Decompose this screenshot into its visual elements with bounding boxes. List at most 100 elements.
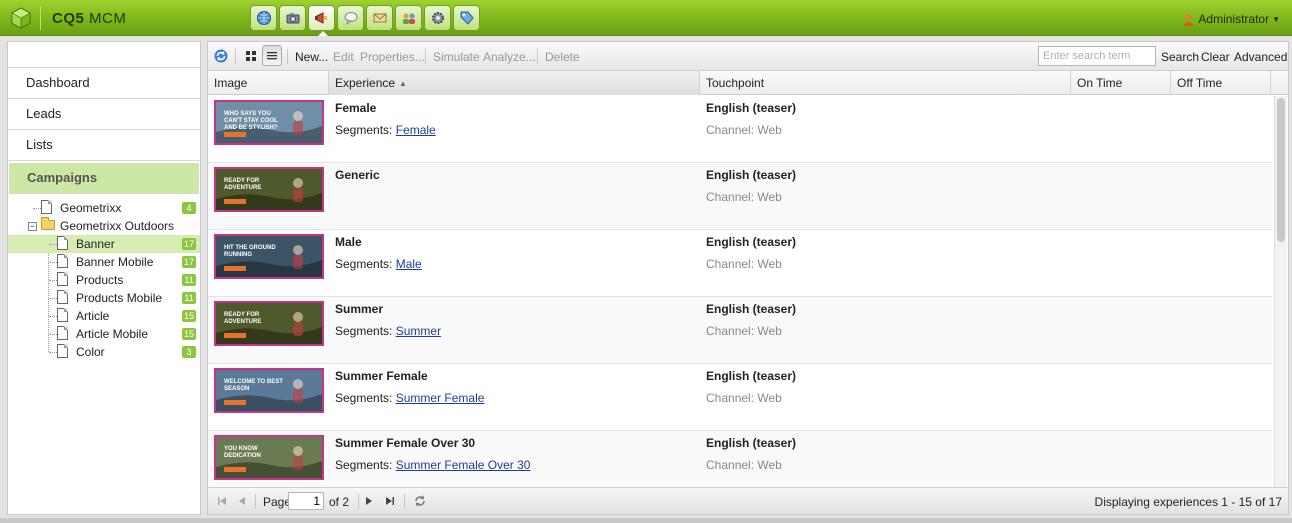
tag-icon[interactable]: [453, 5, 480, 31]
advanced-search-button[interactable]: Advanced: [1234, 50, 1287, 64]
collapse-icon[interactable]: −: [28, 222, 37, 231]
thumbnail-caption: Ready for adventure: [224, 312, 262, 325]
table-row[interactable]: Who says you can't stay cool and be styl…: [208, 96, 1272, 163]
table-row[interactable]: Welcome to best season Summer Female Seg…: [208, 364, 1272, 431]
tree-item-color[interactable]: Color 3: [8, 343, 200, 361]
segments-label: Segments:: [335, 324, 393, 338]
table-row[interactable]: Hit the ground running Male Segments: Ma…: [208, 230, 1272, 297]
segments-line: Segments: Summer: [335, 324, 441, 338]
tree-item-label: Products Mobile: [76, 291, 163, 305]
experience-name[interactable]: Summer: [335, 302, 383, 316]
experience-thumbnail: Ready for adventure: [214, 167, 324, 212]
tree-item-article-mobile[interactable]: Article Mobile 15: [8, 325, 200, 343]
thumbnail-caption: You know dedication: [224, 446, 261, 459]
experience-name[interactable]: Summer Female: [335, 369, 428, 383]
tree-item-geometrixx-outdoors[interactable]: − Geometrixx Outdoors: [8, 217, 200, 235]
column-header-touchpoint[interactable]: Touchpoint: [700, 71, 1071, 95]
scrollbar-thumb[interactable]: [1277, 98, 1285, 242]
touchpoint-channel: Channel: Web: [706, 257, 782, 271]
grid-view-icon[interactable]: [241, 45, 261, 66]
count-badge: 15: [181, 328, 196, 340]
gear-icon[interactable]: [424, 5, 451, 31]
experience-name[interactable]: Female: [335, 101, 376, 115]
experience-thumbnail: Who says you can't stay cool and be styl…: [214, 100, 324, 145]
search-button[interactable]: Search: [1161, 50, 1199, 64]
speech-bubble-icon[interactable]: [337, 5, 364, 31]
tree-item-products[interactable]: Products 11: [8, 271, 200, 289]
sidebar-header: [8, 42, 200, 68]
segment-link[interactable]: Female: [396, 123, 436, 137]
experience-name[interactable]: Generic: [335, 168, 380, 182]
new-button[interactable]: New...: [295, 50, 328, 64]
tree-item-geometrixx[interactable]: Geometrixx 4: [8, 199, 200, 217]
toolbar: New... Edit Properties... Simulate Analy…: [208, 42, 1288, 71]
touchpoint-channel: Channel: Web: [706, 123, 782, 137]
people-icon[interactable]: [395, 5, 422, 31]
vertical-scrollbar[interactable]: [1274, 96, 1287, 489]
page-icon: [57, 272, 68, 286]
refresh-icon[interactable]: [211, 45, 231, 66]
sidebar-item-campaigns[interactable]: Campaigns: [9, 163, 199, 194]
paging-status: Displaying experiences 1 - 15 of 17: [1094, 495, 1282, 509]
list-view-icon[interactable]: [262, 45, 282, 66]
pagination-bar: Page of 2 Displaying experiences 1 - 15 …: [208, 487, 1288, 514]
tree-item-products-mobile[interactable]: Products Mobile 11: [8, 289, 200, 307]
tree-item-label: Color: [76, 345, 105, 359]
segment-link[interactable]: Summer Female Over 30: [396, 458, 531, 472]
megaphone-icon[interactable]: [308, 5, 335, 36]
tree-item-banner[interactable]: Banner 17: [8, 235, 200, 253]
column-header-on-time[interactable]: On Time: [1071, 71, 1171, 95]
sidebar-item-leads[interactable]: Leads: [8, 99, 200, 130]
segment-link[interactable]: Male: [396, 257, 422, 271]
table-row[interactable]: Ready for adventure Summer Segments: Sum…: [208, 297, 1272, 364]
tree-item-banner-mobile[interactable]: Banner Mobile 17: [8, 253, 200, 271]
column-header-image[interactable]: Image: [208, 71, 329, 95]
column-header-experience[interactable]: Experience ▲: [329, 71, 700, 95]
sidebar-item-dashboard[interactable]: Dashboard: [8, 68, 200, 99]
analyze-button[interactable]: Analyze...: [483, 50, 536, 64]
sort-ascending-icon: ▲: [399, 79, 407, 88]
table-row[interactable]: You know dedication Summer Female Over 3…: [208, 431, 1272, 489]
segments-label: Segments:: [335, 458, 393, 472]
segment-link[interactable]: Summer: [396, 324, 441, 338]
segments-label: Segments:: [335, 391, 393, 405]
experience-list: Who says you can't stay cool and be styl…: [208, 96, 1272, 489]
segments-line: Segments: Summer Female: [335, 391, 484, 405]
simulate-button[interactable]: Simulate: [433, 50, 480, 64]
count-badge: 17: [181, 256, 196, 268]
next-page-icon[interactable]: [361, 493, 377, 509]
experience-name[interactable]: Male: [335, 235, 362, 249]
edit-button[interactable]: Edit: [333, 50, 354, 64]
status-strip: [0, 518, 1292, 523]
page-number-input[interactable]: [288, 492, 324, 510]
first-page-icon[interactable]: [214, 493, 230, 509]
thumbnail-button-graphic: [224, 266, 246, 271]
globe-icon[interactable]: [250, 5, 277, 31]
logo-separator: [40, 6, 41, 30]
last-page-icon[interactable]: [382, 493, 398, 509]
table-row[interactable]: Ready for adventure Generic English (tea…: [208, 163, 1272, 230]
user-menu[interactable]: Administrator ▼: [1182, 12, 1280, 26]
segment-link[interactable]: Summer Female: [396, 391, 485, 405]
refresh-icon[interactable]: [412, 493, 428, 509]
chevron-down-icon: ▼: [1272, 14, 1280, 24]
delete-button[interactable]: Delete: [545, 50, 580, 64]
touchpoint-channel: Channel: Web: [706, 324, 782, 338]
tree-item-article[interactable]: Article 15: [8, 307, 200, 325]
search-input[interactable]: [1038, 46, 1156, 66]
properties-button[interactable]: Properties...: [360, 50, 425, 64]
thumbnail-caption: Hit the ground running: [224, 245, 276, 258]
column-header-off-time[interactable]: Off Time: [1171, 71, 1271, 95]
previous-page-icon[interactable]: [234, 493, 250, 509]
app-logo-text: CQ5 MCM: [52, 10, 127, 27]
clear-button[interactable]: Clear: [1201, 50, 1230, 64]
top-bar: CQ5 MCM Administrator ▼: [0, 0, 1292, 36]
page-count: of 2: [329, 495, 350, 509]
experience-name[interactable]: Summer Female Over 30: [335, 436, 475, 450]
segments-line: Segments: Summer Female Over 30: [335, 458, 530, 472]
segments-line: Segments: Female: [335, 123, 436, 137]
envelope-icon[interactable]: [366, 5, 393, 31]
app-switcher: [250, 5, 480, 36]
sidebar-item-lists[interactable]: Lists: [8, 130, 200, 161]
camera-icon[interactable]: [279, 5, 306, 31]
